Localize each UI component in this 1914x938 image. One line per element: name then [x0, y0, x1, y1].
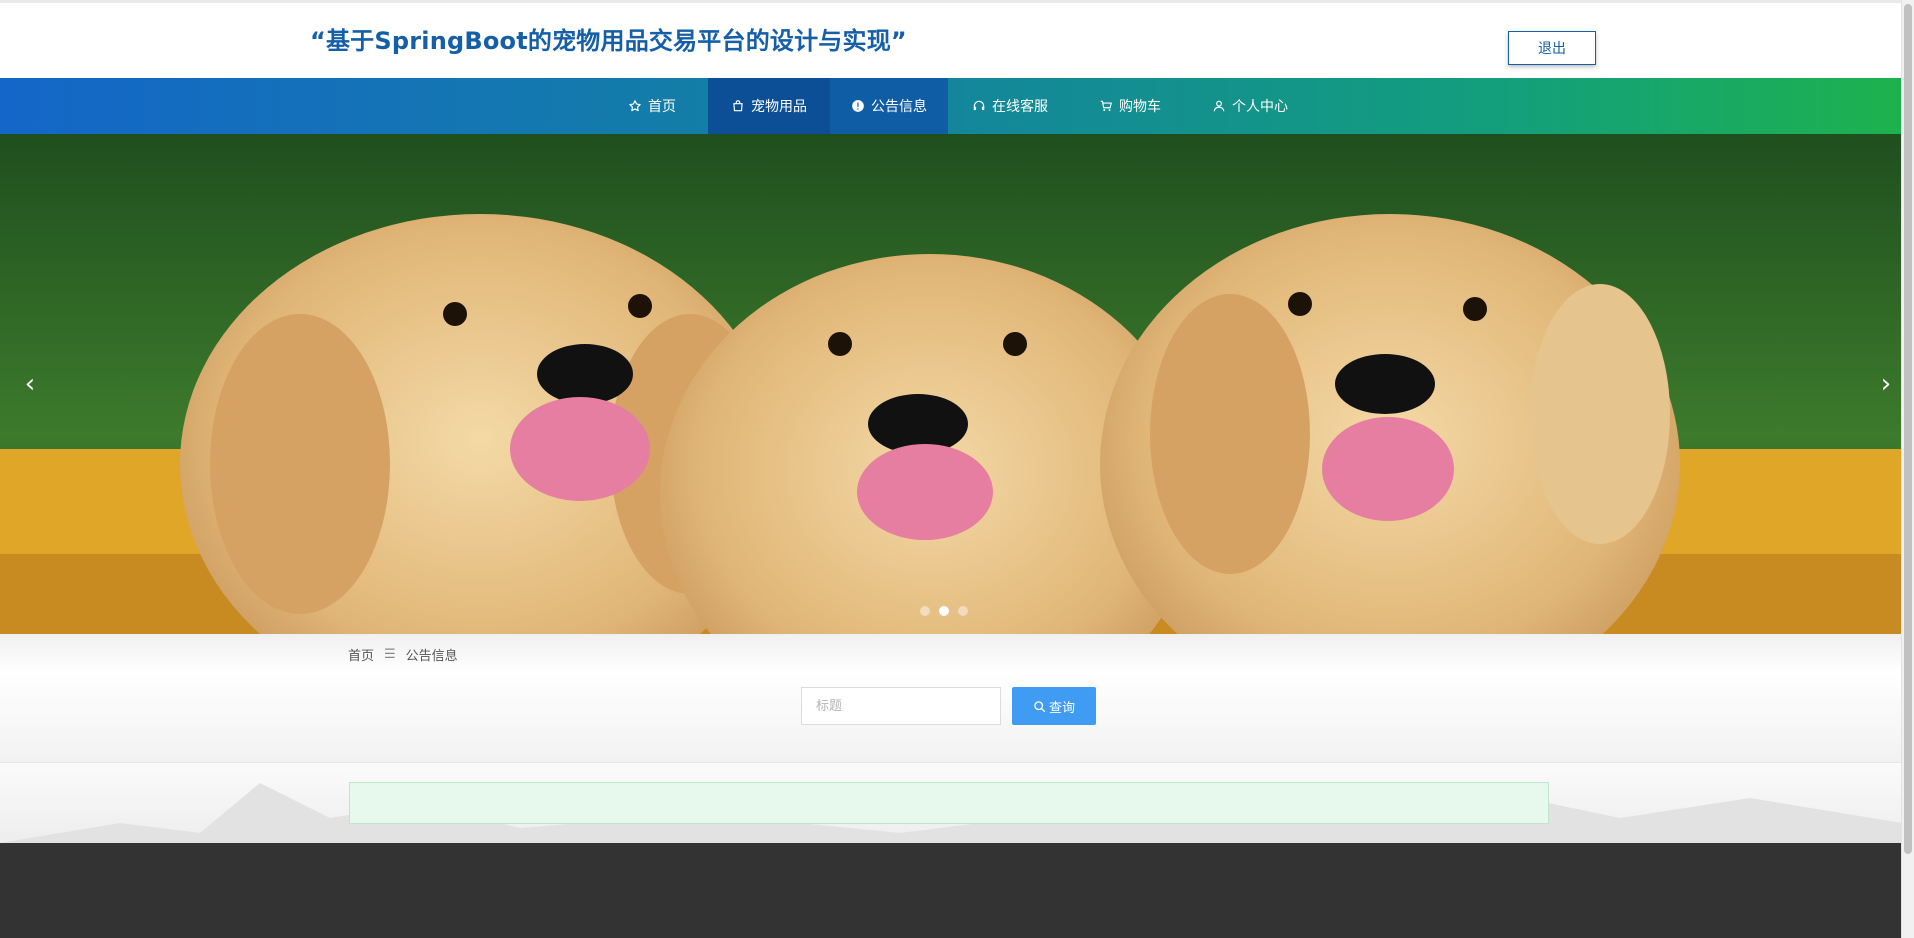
- nav-label-notices: 公告信息: [871, 99, 927, 115]
- carousel-indicators: [920, 606, 968, 616]
- header: “基于SpringBoot的宠物用品交易平台的设计与实现” 退出: [0, 0, 1902, 78]
- breadcrumb: 首页 ☰ 公告信息: [348, 645, 458, 664]
- site-title: “基于SpringBoot的宠物用品交易平台的设计与实现”: [310, 27, 907, 55]
- carousel-dot[interactable]: [920, 606, 930, 616]
- logout-button[interactable]: 退出: [1508, 31, 1596, 65]
- query-button-label: 查询: [1048, 700, 1075, 716]
- user-icon: [1213, 100, 1225, 112]
- nav-label-pet-supplies: 宠物用品: [751, 99, 807, 115]
- breadcrumb-bar: 首页 ☰ 公告信息: [0, 634, 1902, 673]
- nav-item-personal-center[interactable]: 个人中心: [1200, 78, 1300, 134]
- nav-label-home: 首页: [648, 99, 676, 115]
- cart-icon: [1100, 100, 1112, 112]
- nav-label-personal-center: 个人中心: [1232, 99, 1288, 115]
- page: “基于SpringBoot的宠物用品交易平台的设计与实现” 退出 首页 宠物用品…: [0, 0, 1902, 938]
- footer: [0, 843, 1902, 938]
- carousel-prev-button[interactable]: ‹: [10, 364, 50, 404]
- nav-item-notices[interactable]: 公告信息: [830, 78, 948, 134]
- nav-item-cart[interactable]: 购物车: [1090, 78, 1170, 134]
- carousel-dot[interactable]: [958, 606, 968, 616]
- notice-list-box: [349, 782, 1549, 824]
- nav-label-customer-service: 在线客服: [992, 99, 1048, 115]
- headset-icon: [973, 100, 985, 111]
- nav-item-home[interactable]: 首页: [608, 78, 696, 134]
- query-button[interactable]: 查询: [1012, 687, 1096, 725]
- nav-item-customer-service[interactable]: 在线客服: [960, 78, 1060, 134]
- breadcrumb-current: 公告信息: [405, 649, 458, 664]
- main-nav: 首页 宠物用品 公告信息 在线客服 购物车 个人中心: [0, 78, 1902, 134]
- breadcrumb-home[interactable]: 首页: [348, 645, 374, 664]
- scrollbar-thumb[interactable]: [1904, 4, 1912, 854]
- title-search-input[interactable]: [801, 687, 1001, 725]
- breadcrumb-separator: ☰: [384, 647, 396, 662]
- star-icon: [629, 100, 641, 112]
- search-area: 查询: [0, 672, 1902, 763]
- nav-label-cart: 购物车: [1119, 99, 1161, 115]
- puppies-banner-image: [0, 134, 1902, 634]
- content-area: [0, 763, 1902, 843]
- info-icon: [852, 100, 864, 112]
- search-icon: [1034, 700, 1046, 712]
- nav-item-pet-supplies[interactable]: 宠物用品: [708, 78, 830, 134]
- banner-carousel: ‹ ›: [0, 134, 1902, 634]
- carousel-next-button[interactable]: ›: [1866, 364, 1902, 404]
- vertical-scrollbar[interactable]: [1901, 0, 1914, 938]
- carousel-dot-active[interactable]: [939, 606, 949, 616]
- bag-icon: [733, 100, 743, 112]
